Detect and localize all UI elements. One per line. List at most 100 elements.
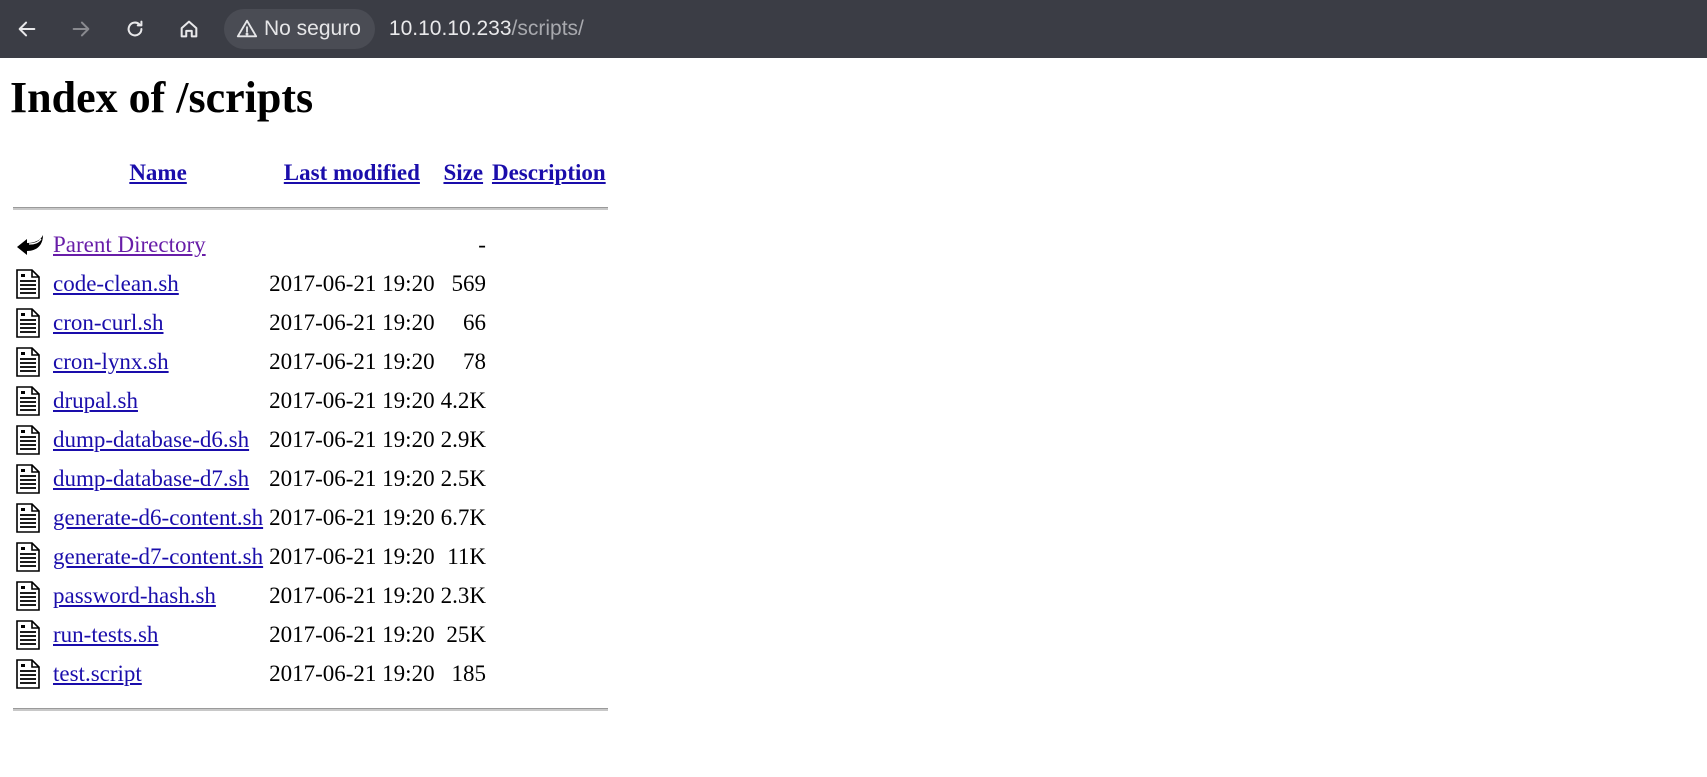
text-file-icon: [15, 346, 47, 377]
file-row: test.script 2017-06-21 19:20 185: [13, 655, 608, 692]
file-modified: 2017-06-21 19:20: [269, 504, 435, 530]
reload-icon: [127, 20, 143, 37]
file-size: 4.2K: [440, 387, 486, 413]
sort-by-description-link[interactable]: Description: [492, 160, 606, 185]
file-modified: 2017-06-21 19:20: [269, 465, 435, 491]
file-row: code-clean.sh 2017-06-21 19:20 569: [13, 265, 608, 302]
file-link[interactable]: test.script: [53, 661, 142, 686]
file-icon-cell: [13, 421, 49, 458]
file-modified: 2017-06-21 19:20: [269, 660, 435, 686]
file-size: 11K: [447, 543, 486, 569]
text-file-icon: [15, 268, 47, 299]
file-modified: 2017-06-21 19:20: [269, 387, 435, 413]
file-link[interactable]: run-tests.sh: [53, 622, 158, 647]
arrow-right-icon: [72, 21, 90, 37]
file-link[interactable]: dump-database-d7.sh: [53, 466, 249, 491]
sort-by-name-link[interactable]: Name: [129, 160, 186, 185]
file-size: 2.9K: [440, 426, 486, 452]
file-link[interactable]: code-clean.sh: [53, 271, 179, 296]
file-icon-cell: [13, 382, 49, 419]
address-bar[interactable]: No seguro 10.10.10.233/scripts/: [224, 9, 584, 49]
file-row: dump-database-d6.sh 2017-06-21 19:20 2.9K: [13, 421, 608, 458]
home-button[interactable]: [162, 0, 216, 58]
file-description: [490, 499, 608, 536]
warning-icon: [236, 19, 258, 38]
home-icon: [180, 20, 198, 38]
text-file-icon: [15, 424, 47, 455]
text-file-icon: [15, 502, 47, 533]
file-description: [490, 421, 608, 458]
file-modified: 2017-06-21 19:20: [269, 426, 435, 452]
bottom-divider: [13, 708, 608, 711]
arrow-left-icon: [18, 21, 36, 37]
last-modified-header: Last modified: [267, 155, 436, 191]
page-content: Index of /scripts Name Last modified Siz…: [0, 72, 1707, 727]
text-file-icon: [15, 541, 47, 572]
file-link[interactable]: cron-curl.sh: [53, 310, 164, 335]
back-icon-cell: [13, 226, 49, 263]
top-rule-row: [13, 193, 608, 224]
text-file-icon: [15, 463, 47, 494]
security-indicator[interactable]: No seguro: [224, 9, 375, 49]
file-link[interactable]: cron-lynx.sh: [53, 349, 169, 374]
file-icon-cell: [13, 538, 49, 575]
parent-modified: [267, 226, 436, 263]
file-description: [490, 382, 608, 419]
file-link[interactable]: generate-d6-content.sh: [53, 505, 263, 530]
file-size: 2.3K: [440, 582, 486, 608]
file-modified: 2017-06-21 19:20: [269, 270, 435, 296]
file-size: 25K: [446, 621, 486, 647]
file-icon-cell: [13, 616, 49, 653]
parent-size: -: [478, 231, 486, 257]
url-text[interactable]: 10.10.10.233/scripts/: [389, 17, 584, 41]
file-size: 6.7K: [440, 504, 486, 530]
file-modified: 2017-06-21 19:20: [269, 621, 435, 647]
file-icon-cell: [13, 655, 49, 692]
back-button[interactable]: [0, 0, 54, 58]
file-link[interactable]: password-hash.sh: [53, 583, 216, 608]
file-size: 2.5K: [440, 465, 486, 491]
reload-button[interactable]: [108, 0, 162, 58]
file-modified: 2017-06-21 19:20: [269, 543, 435, 569]
text-file-icon: [15, 385, 47, 416]
bottom-rule-row: [13, 694, 608, 725]
file-size: 66: [462, 309, 486, 335]
file-icon-cell: [13, 577, 49, 614]
sort-by-size-link[interactable]: Size: [443, 160, 483, 185]
back-arrow-icon: [17, 234, 43, 255]
text-file-icon: [15, 619, 47, 650]
icon-header: [13, 155, 49, 191]
name-header: Name: [51, 155, 265, 191]
forward-button[interactable]: [54, 0, 108, 58]
file-link[interactable]: generate-d7-content.sh: [53, 544, 263, 569]
file-description: [490, 265, 608, 302]
file-row: cron-lynx.sh 2017-06-21 19:20 78: [13, 343, 608, 380]
file-description: [490, 538, 608, 575]
file-link[interactable]: dump-database-d6.sh: [53, 427, 249, 452]
file-modified: 2017-06-21 19:20: [269, 309, 435, 335]
sort-by-modified-link[interactable]: Last modified: [284, 160, 420, 185]
size-header: Size: [439, 155, 488, 191]
file-row: dump-database-d7.sh 2017-06-21 19:20 2.5K: [13, 460, 608, 497]
text-file-icon: [15, 580, 47, 611]
file-size: 569: [451, 270, 486, 296]
top-divider: [13, 207, 608, 210]
parent-directory-link[interactable]: Parent Directory: [53, 232, 206, 257]
file-description: [490, 304, 608, 341]
file-row: generate-d7-content.sh 2017-06-21 19:20 11…: [13, 538, 608, 575]
file-link[interactable]: drupal.sh: [53, 388, 138, 413]
text-file-icon: [15, 307, 47, 338]
header-row: Name Last modified Size Description: [13, 155, 608, 191]
file-icon-cell: [13, 343, 49, 380]
file-icon-cell: [13, 460, 49, 497]
file-description: [490, 460, 608, 497]
file-icon-cell: [13, 304, 49, 341]
page-title: Index of /scripts: [10, 73, 314, 122]
file-description: [490, 343, 608, 380]
file-row: cron-curl.sh 2017-06-21 19:20 66: [13, 304, 608, 341]
security-label: No seguro: [264, 17, 361, 40]
parent-directory-row: Parent Directory -: [13, 226, 608, 263]
file-size: 185: [451, 660, 486, 686]
file-description: [490, 616, 608, 653]
file-row: run-tests.sh 2017-06-21 19:20 25K: [13, 616, 608, 653]
